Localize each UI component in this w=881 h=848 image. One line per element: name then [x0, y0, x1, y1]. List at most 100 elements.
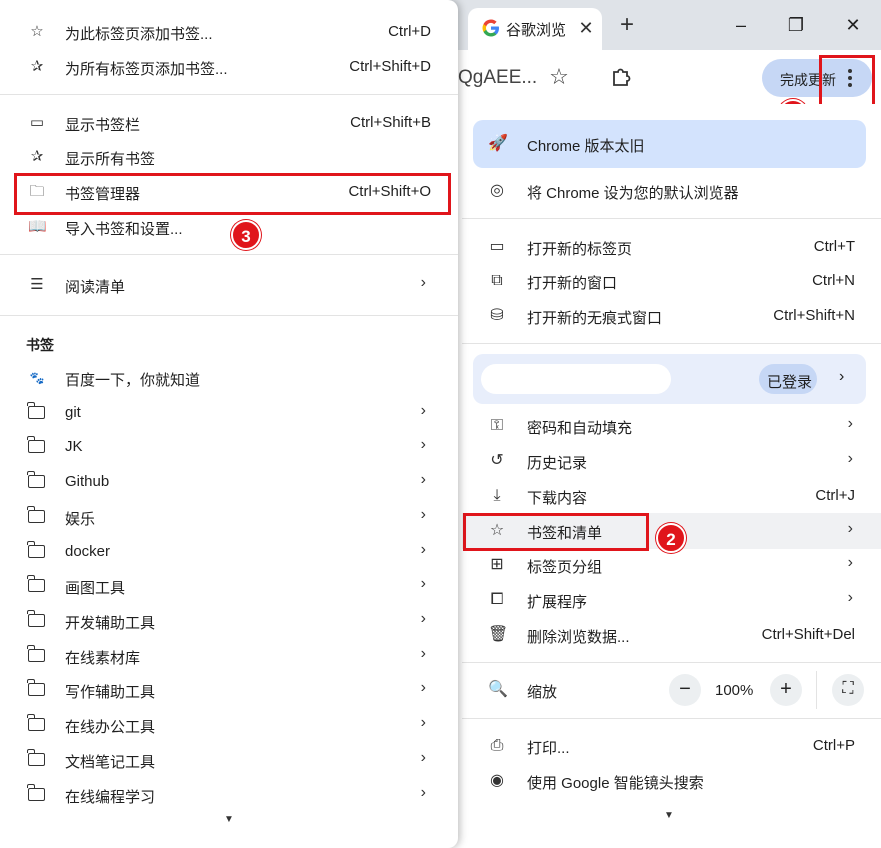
scroll-down-icon[interactable]: ▼ — [664, 810, 674, 821]
menu-history[interactable]: ↺ 历史记录 › — [462, 444, 881, 478]
menu-show-all-bookmarks[interactable]: ✰ 显示所有书签 — [0, 140, 458, 174]
incognito-label: 打开新的无痕式窗口 — [527, 310, 663, 327]
menu-add-bookmark[interactable]: ☆ 为此标签页添加书签... Ctrl+D — [0, 15, 458, 49]
divider — [462, 718, 881, 719]
divider — [462, 343, 881, 344]
star-icon: ☆ — [30, 23, 44, 40]
active-tab[interactable]: 谷歌浏览 ✕ — [468, 8, 602, 50]
menu-incognito[interactable]: ⛁ 打开新的无痕式窗口 Ctrl+Shift+N — [462, 299, 881, 333]
new-tab-button[interactable]: + — [612, 10, 642, 40]
show-bar-shortcut: Ctrl+Shift+B — [350, 114, 431, 131]
tab-close-icon[interactable]: ✕ — [572, 14, 600, 42]
divider — [462, 218, 881, 219]
bookmark-folder[interactable]: git › — [0, 396, 458, 430]
divider — [462, 662, 881, 663]
new-tab-label: 打开新的标签页 — [527, 241, 633, 258]
menu-new-window[interactable]: ⧉ 打开新的窗口 Ctrl+N — [462, 264, 881, 298]
menu-extensions[interactable]: ⧠ 扩展程序 › — [462, 583, 881, 617]
chevron-right-icon: › — [847, 589, 853, 606]
folder-icon — [27, 784, 45, 801]
close-window-button[interactable]: ✕ — [833, 8, 873, 42]
bookmark-folder[interactable]: 在线素材库 › — [0, 639, 458, 673]
chevron-right-icon: › — [420, 784, 426, 801]
new-tab-shortcut: Ctrl+T — [813, 238, 855, 255]
new-tab-icon: ▭ — [489, 238, 505, 255]
address-bar-text[interactable]: QgAEE... — [458, 67, 537, 89]
download-icon: ⤓ — [493, 487, 501, 504]
chevron-right-icon: › — [847, 450, 853, 467]
divider — [0, 315, 458, 316]
bookmark-folder[interactable]: 开发辅助工具 › — [0, 604, 458, 638]
minimize-button[interactable]: – — [721, 8, 761, 42]
update-banner[interactable]: 🚀 Chrome 版本太旧 — [473, 120, 866, 168]
update-banner-label: Chrome 版本太旧 — [527, 138, 645, 155]
menu-tab-groups[interactable]: ⊞ 标签页分组 › — [462, 548, 881, 582]
folder-label: 在线素材库 — [65, 650, 141, 667]
folder-label: git — [65, 404, 81, 421]
bookmarks-bar-icon: ▭ — [29, 114, 45, 131]
chevron-right-icon: › — [420, 645, 426, 662]
print-shortcut: Ctrl+P — [812, 737, 855, 754]
bookmark-folder[interactable]: 在线办公工具 › — [0, 708, 458, 742]
scroll-down-icon[interactable]: ▼ — [224, 814, 234, 825]
grid-icon: ⊞ — [490, 556, 504, 573]
rocket-icon: 🚀 — [488, 135, 508, 152]
book-icon: 📖 — [28, 218, 47, 235]
bookmark-star-icon[interactable]: ☆ — [546, 64, 572, 90]
bookmark-folder[interactable]: 在线编程学习 › — [0, 778, 458, 812]
add-all-label: 为所有标签页添加书签... — [65, 61, 228, 78]
menu-new-tab[interactable]: ▭ 打开新的标签页 Ctrl+T — [462, 230, 881, 264]
show-bar-label: 显示书签栏 — [65, 117, 141, 134]
highlight-box-menu — [819, 55, 875, 107]
chevron-right-icon: › — [420, 402, 426, 419]
tab-title: 谷歌浏览 — [506, 22, 567, 39]
printer-icon: ⎙ — [490, 737, 504, 754]
bookmarks-section-title: 书签 — [26, 337, 54, 353]
folder-icon — [27, 679, 45, 696]
new-window-icon: ⧉ — [491, 272, 503, 289]
menu-reading-list[interactable]: ☰ 阅读清单 › — [0, 268, 458, 302]
puzzle-icon: ⧠ — [490, 591, 504, 608]
maximize-button[interactable]: ❐ — [776, 8, 816, 42]
trash-icon: 🗑 — [488, 626, 509, 643]
incognito-icon: ⛁ — [490, 307, 504, 324]
folder-label: 娱乐 — [65, 511, 96, 528]
bookmark-folder[interactable]: JK › — [0, 430, 458, 464]
bookmark-folder[interactable]: 文档笔记工具 › — [0, 743, 458, 777]
bookmark-baidu[interactable]: 🐾 百度一下，你就知道 — [0, 361, 458, 395]
chevron-right-icon: › — [847, 520, 853, 537]
menu-downloads[interactable]: ⤓ 下载内容 Ctrl+J — [462, 479, 881, 513]
menu-clear-data[interactable]: 🗑 删除浏览数据... Ctrl+Shift+Del — [462, 618, 881, 652]
menu-passwords[interactable]: ⚿ 密码和自动填充 › — [462, 409, 881, 443]
folder-icon — [27, 610, 45, 627]
zoom-out-button[interactable]: − — [669, 674, 701, 706]
bookmark-folder[interactable]: 画图工具 › — [0, 569, 458, 603]
extensions-puzzle-icon[interactable] — [608, 64, 634, 90]
menu-import-bookmarks[interactable]: 📖 导入书签和设置... — [0, 210, 458, 244]
zoom-label: 缩放 — [527, 684, 558, 701]
baidu-paw-icon: 🐾 — [29, 371, 45, 385]
menu-google-lens[interactable]: ◉ 使用 Google 智能镜头搜索 — [462, 764, 881, 798]
chevron-right-icon: › — [420, 714, 426, 731]
clear-data-label: 删除浏览数据... — [527, 629, 630, 646]
clear-data-shortcut: Ctrl+Shift+Del — [761, 626, 855, 643]
fullscreen-icon[interactable]: ⛶ — [832, 674, 864, 706]
bookmark-folder[interactable]: 娱乐 › — [0, 500, 458, 534]
add-bookmark-label: 为此标签页添加书签... — [65, 26, 213, 43]
chevron-right-icon: › — [420, 679, 426, 696]
menu-show-bookmarks-bar[interactable]: ▭ 显示书签栏 Ctrl+Shift+B — [0, 106, 458, 140]
menu-add-all-bookmarks[interactable]: ✰ 为所有标签页添加书签... Ctrl+Shift+D — [0, 50, 458, 84]
bookmark-folder[interactable]: Github › — [0, 465, 458, 499]
set-default-browser[interactable]: ◎ 将 Chrome 设为您的默认浏览器 — [462, 174, 881, 208]
profile-row[interactable]: 已登录 › — [473, 354, 866, 404]
reading-list-icon: ☰ — [30, 276, 44, 293]
bookmark-folder[interactable]: docker › — [0, 535, 458, 569]
zoom-in-button[interactable]: + — [770, 674, 802, 706]
chevron-right-icon: › — [847, 554, 853, 571]
bookmark-folder[interactable]: 写作辅助工具 › — [0, 673, 458, 707]
new-window-shortcut: Ctrl+N — [812, 272, 855, 289]
google-favicon-icon — [482, 19, 499, 37]
menu-print[interactable]: ⎙ 打印... Ctrl+P — [462, 729, 881, 763]
highlight-box-bookmarks-lists — [463, 513, 649, 551]
signed-in-label: 已登录 — [767, 374, 813, 391]
